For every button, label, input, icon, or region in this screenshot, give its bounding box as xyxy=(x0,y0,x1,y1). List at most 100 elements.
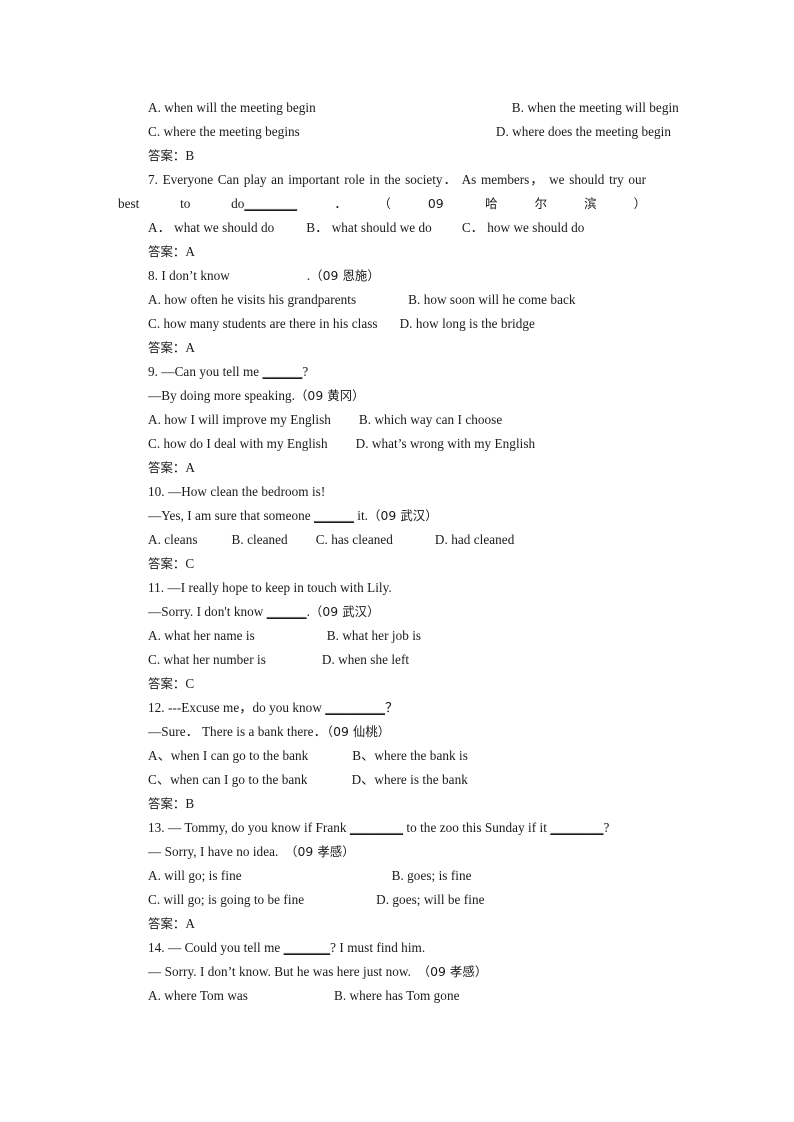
answer-value: B xyxy=(185,796,195,811)
answer-line: 答案：B xyxy=(118,792,646,816)
option-choice: C． how we should do xyxy=(461,220,585,235)
option-row[interactable]: A. when will the meeting begin B. when th… xyxy=(118,96,679,120)
option-row[interactable]: C. where the meeting begins D. where does… xyxy=(118,120,671,144)
question-stem: 9. —Can you tell me ______? xyxy=(118,360,646,384)
stem-text: —By doing more speaking. xyxy=(148,388,295,403)
answer-label: 答案： xyxy=(148,460,186,475)
option-row[interactable]: C. will go; is going to be fine D. goes; … xyxy=(118,888,646,912)
option-choice: D. where does the meeting begin xyxy=(495,124,672,139)
answer-blank: ______ xyxy=(266,604,307,619)
option-choice: A、when I can go to the bank xyxy=(148,748,309,763)
stem-text: 12. ---Excuse me，do you know xyxy=(148,700,326,715)
question-stem: — Sorry. I don’t know. But he was here j… xyxy=(118,960,646,984)
stem-text: 13. — Tommy, do you know if Frank xyxy=(148,820,350,835)
question-stem: 7. Everyone Can play an important role i… xyxy=(118,168,646,216)
option-row[interactable]: A. where Tom was B. where has Tom gone xyxy=(118,984,646,1008)
source-tag: （09 武汉） xyxy=(368,508,438,523)
answer-value: A xyxy=(185,244,195,259)
option-row[interactable]: A. will go; is fine B. goes; is fine xyxy=(118,864,646,888)
question-stem: —Sure． There is a bank there．（09 仙桃） xyxy=(118,720,646,744)
answer-line: 答案：A xyxy=(118,912,646,936)
answer-blank: ______ xyxy=(262,364,303,379)
option-choice: A. how I will improve my English xyxy=(148,412,331,427)
source-tag: （09 仙桃） xyxy=(326,724,391,739)
stem-text: ？ xyxy=(385,700,399,715)
option-choice: B、where the bank is xyxy=(352,748,468,763)
answer-label: 答案： xyxy=(148,340,186,355)
stem-text: 8. I don’t know xyxy=(148,268,230,283)
option-choice: C、when can I go to the bank xyxy=(148,772,308,787)
answer-line: 答案：A xyxy=(118,240,646,264)
answer-blank: ________ xyxy=(349,820,404,835)
answer-blank: ________ xyxy=(244,196,298,211)
question-stem: —By doing more speaking.（09 黄冈） xyxy=(118,384,646,408)
option-row[interactable]: A． what we should do B． what should we do… xyxy=(118,216,646,240)
option-choice: D. goes; will be fine xyxy=(376,892,485,907)
option-row[interactable]: A、when I can go to the bank B、where the b… xyxy=(118,744,646,768)
option-choice: A. how often he visits his grandparents xyxy=(148,292,357,307)
stem-text: it. xyxy=(353,508,369,523)
answer-value: C xyxy=(185,556,195,571)
answer-line: 答案：C xyxy=(118,672,646,696)
stem-text: — Sorry. I don’t know. But he was here j… xyxy=(148,964,418,979)
option-choice: A. cleans xyxy=(148,532,198,547)
answer-label: 答案： xyxy=(148,148,186,163)
stem-text: 10. —How clean the bedroom is! xyxy=(148,484,326,499)
question-stem: 12. ---Excuse me，do you know _________？ xyxy=(118,696,646,720)
stem-text: ． xyxy=(297,196,385,211)
stem-text: to the zoo this Sunday if it xyxy=(403,820,551,835)
option-choice: C. has cleaned xyxy=(315,532,393,547)
stem-text: 14. — Could you tell me xyxy=(148,940,284,955)
stem-text: 11. —I really hope to keep in touch with… xyxy=(148,580,392,595)
answer-line: 答案：A xyxy=(118,456,646,480)
option-choice: B. goes; is fine xyxy=(391,868,472,883)
option-row[interactable]: A. what her name is B. what her job is xyxy=(118,624,646,648)
option-choice: A. will go; is fine xyxy=(148,868,242,883)
option-choice: B. cleaned xyxy=(231,532,288,547)
stem-text: ? xyxy=(603,820,610,835)
answer-value: A xyxy=(185,916,195,931)
stem-text: —Sure． There is a bank there． xyxy=(148,724,327,739)
option-row[interactable]: A. cleans B. cleaned C. has cleaned D. had … xyxy=(118,528,646,552)
answer-label: 答案： xyxy=(148,556,186,571)
source-tag: （09 孝感） xyxy=(285,844,355,859)
question-stem: —Yes, I am sure that someone ______ it.（… xyxy=(118,504,646,528)
stem-text: —Yes, I am sure that someone xyxy=(148,508,315,523)
answer-value: A xyxy=(185,460,195,475)
option-choice: D. when she left xyxy=(321,652,410,667)
option-choice: B. which way can I choose xyxy=(358,412,503,427)
stem-spacer xyxy=(230,268,307,283)
answer-blank: _______ xyxy=(283,940,331,955)
question-stem: 14. — Could you tell me _______? I must … xyxy=(118,936,646,960)
option-row[interactable]: C、when can I go to the bank D、where is th… xyxy=(118,768,646,792)
stem-text: ? xyxy=(302,364,309,379)
stem-text: —Sorry. I don't know xyxy=(148,604,267,619)
answer-label: 答案： xyxy=(148,244,186,259)
option-row[interactable]: C. what her number is D. when she left xyxy=(118,648,646,672)
answer-blank: ______ xyxy=(314,508,354,523)
question-stem: 11. —I really hope to keep in touch with… xyxy=(118,576,646,600)
option-choice: A. when will the meeting begin xyxy=(148,100,316,115)
answer-value: B xyxy=(185,148,195,163)
source-tag: （09 武汉） xyxy=(309,604,380,619)
option-row[interactable]: C. how many students are there in his cl… xyxy=(118,312,646,336)
option-choice: B． what should we do xyxy=(306,220,432,235)
answer-label: 答案： xyxy=(148,796,186,811)
option-choice: D. how long is the bridge xyxy=(399,316,535,331)
question-stem: —Sorry. I don't know ______.（09 武汉） xyxy=(118,600,646,624)
option-choice: C. how do I deal with my English xyxy=(148,436,328,451)
option-row[interactable]: A. how I will improve my English B. which… xyxy=(118,408,646,432)
option-row[interactable]: C. how do I deal with my English D. what’… xyxy=(118,432,646,456)
document-content: A. when will the meeting begin B. when th… xyxy=(118,96,679,1008)
stem-text: ? I must find him. xyxy=(330,940,426,955)
document-page: A. when will the meeting begin B. when th… xyxy=(0,0,794,1122)
source-tag: （09 哈尔滨） xyxy=(384,196,647,211)
option-row[interactable]: A. how often he visits his grandparents B… xyxy=(118,288,646,312)
option-choice: A. where Tom was xyxy=(148,988,248,1003)
answer-line: 答案：B xyxy=(118,144,646,168)
option-choice: D. what’s wrong with my English xyxy=(355,436,536,451)
answer-label: 答案： xyxy=(148,916,186,931)
option-choice: B. when the meeting will begin xyxy=(511,100,679,115)
option-choice: C. how many students are there in his cl… xyxy=(148,316,378,331)
option-choice: D、where is the bank xyxy=(351,772,468,787)
